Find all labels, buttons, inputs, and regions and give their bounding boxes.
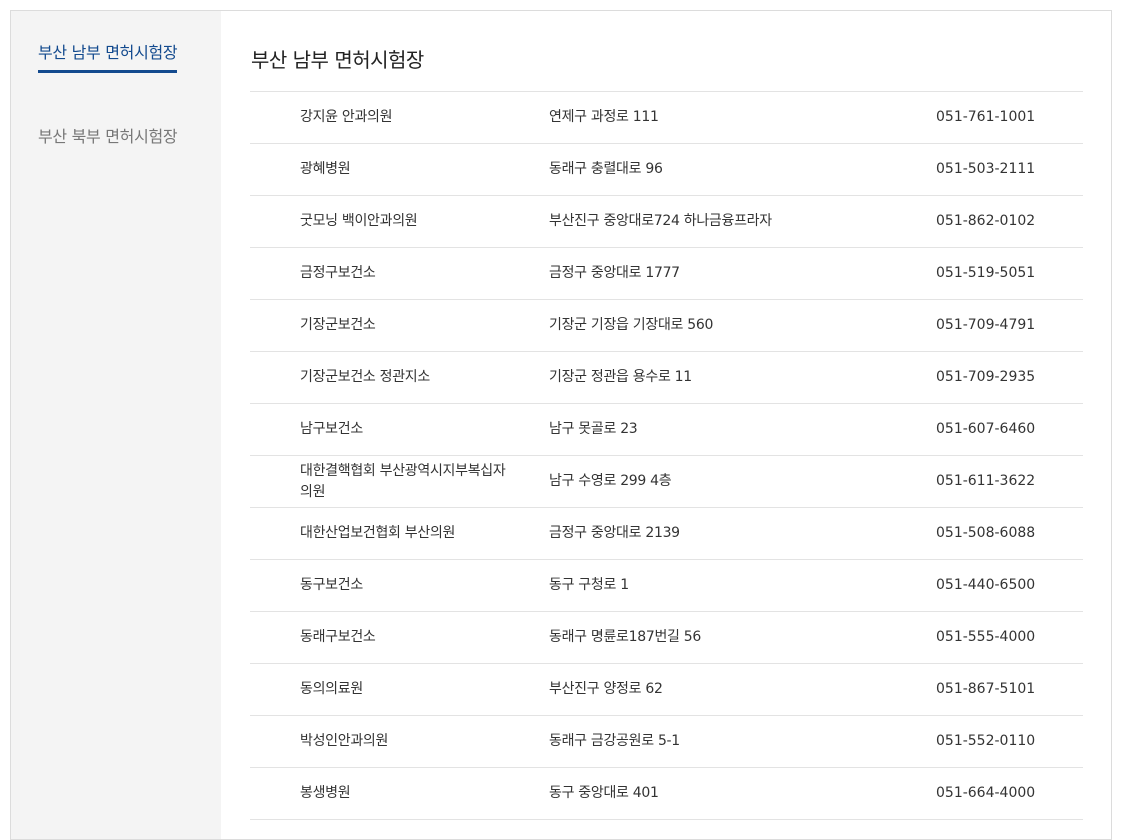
table-row: 봉생병원 동구 중앙대로 401 051-664-4000 [250, 768, 1083, 820]
hospital-address: 금정구 중앙대로 2139 [549, 525, 680, 541]
table-row: 동의의료원 부산진구 양정로 62 051-867-5101 [250, 664, 1083, 716]
page-title: 부산 남부 면허시험장 [251, 48, 424, 72]
hospital-phone: 051-552-0110 [936, 733, 1036, 749]
table-row: 기장군보건소 정관지소 기장군 정관읍 용수로 11 051-709-2935 [250, 352, 1083, 404]
table-row: 동구보건소 동구 구청로 1 051-440-6500 [250, 560, 1083, 612]
hospital-name: 대한결핵협회 부산광역시지부복십자의원 [300, 462, 506, 500]
hospital-address: 동래구 충렬대로 96 [549, 161, 663, 177]
hospital-address: 부산진구 중앙대로724 하나금융프라자 [549, 213, 772, 229]
hospital-phone: 051-862-0102 [936, 213, 1036, 229]
hospital-phone: 051-503-2111 [936, 161, 1036, 177]
table-row: 박성인안과의원 동래구 금강공원로 5-1 051-552-0110 [250, 716, 1083, 768]
hospital-phone: 051-709-2935 [936, 369, 1036, 385]
hospital-name: 동구보건소 [300, 577, 363, 593]
hospital-phone: 051-709-4791 [936, 317, 1036, 333]
hospital-name: 남구보건소 [300, 421, 363, 437]
hospital-name: 동래구보건소 [300, 629, 376, 645]
table-row: 대한산업보건협회 부산의원 금정구 중앙대로 2139 051-508-6088 [250, 508, 1083, 560]
hospital-name: 기장군보건소 [300, 317, 376, 333]
hospital-name: 동의의료원 [300, 681, 363, 697]
table-row: 동래구보건소 동래구 명륜로187번길 56 051-555-4000 [250, 612, 1083, 664]
table-row: 기장군보건소 기장군 기장읍 기장대로 560 051-709-4791 [250, 300, 1083, 352]
hospital-address: 부산진구 양정로 62 [549, 681, 663, 697]
hospital-address: 기장군 정관읍 용수로 11 [549, 369, 692, 385]
hospital-name: 금정구보건소 [300, 265, 376, 281]
hospital-name: 굿모닝 백이안과의원 [300, 213, 418, 229]
page-frame: 부산 남부 면허시험장 부산 북부 면허시험장 부산 남부 면허시험장 강지윤 … [10, 10, 1112, 840]
hospital-name: 대한산업보건협회 부산의원 [300, 525, 456, 541]
hospital-address: 남구 수영로 299 4층 [549, 473, 672, 489]
hospital-name: 기장군보건소 정관지소 [300, 369, 430, 385]
hospital-address: 기장군 기장읍 기장대로 560 [549, 317, 714, 333]
hospital-phone: 051-440-6500 [936, 577, 1036, 593]
hospital-phone: 051-867-5101 [936, 681, 1036, 697]
hospital-phone: 051-607-6460 [936, 421, 1036, 437]
hospital-phone: 051-508-6088 [936, 525, 1036, 541]
hospital-name: 강지윤 안과의원 [300, 109, 393, 125]
hospital-phone: 051-761-1001 [936, 109, 1036, 125]
hospital-table: 강지윤 안과의원 연제구 과정로 111 051-761-1001 광혜병원 동… [250, 91, 1083, 820]
hospital-address: 동래구 금강공원로 5-1 [549, 733, 680, 749]
table-row: 남구보건소 남구 못골로 23 051-607-6460 [250, 404, 1083, 456]
hospital-address: 남구 못골로 23 [549, 421, 638, 437]
hospital-name: 박성인안과의원 [300, 733, 389, 749]
hospital-phone: 051-664-4000 [936, 785, 1036, 801]
table-row: 대한결핵협회 부산광역시지부복십자의원 남구 수영로 299 4층 051-61… [250, 456, 1083, 508]
hospital-address: 연제구 과정로 111 [549, 109, 659, 125]
hospital-phone: 051-519-5051 [936, 265, 1036, 281]
hospital-address: 동래구 명륜로187번길 56 [549, 629, 701, 645]
hospital-address: 금정구 중앙대로 1777 [549, 265, 680, 281]
hospital-address: 동구 중앙대로 401 [549, 785, 659, 801]
sidebar: 부산 남부 면허시험장 부산 북부 면허시험장 [11, 11, 221, 839]
table-row: 광혜병원 동래구 충렬대로 96 051-503-2111 [250, 144, 1083, 196]
hospital-phone: 051-555-4000 [936, 629, 1036, 645]
hospital-address: 동구 구청로 1 [549, 577, 629, 593]
hospital-name: 광혜병원 [300, 161, 351, 177]
hospital-phone: 051-611-3622 [936, 473, 1036, 489]
sidebar-item-busan-north[interactable]: 부산 북부 면허시험장 [38, 123, 178, 147]
table-row: 강지윤 안과의원 연제구 과정로 111 051-761-1001 [250, 92, 1083, 144]
table-row: 굿모닝 백이안과의원 부산진구 중앙대로724 하나금융프라자 051-862-… [250, 196, 1083, 248]
sidebar-item-busan-south[interactable]: 부산 남부 면허시험장 [38, 39, 178, 73]
table-row: 금정구보건소 금정구 중앙대로 1777 051-519-5051 [250, 248, 1083, 300]
hospital-name: 봉생병원 [300, 785, 351, 801]
